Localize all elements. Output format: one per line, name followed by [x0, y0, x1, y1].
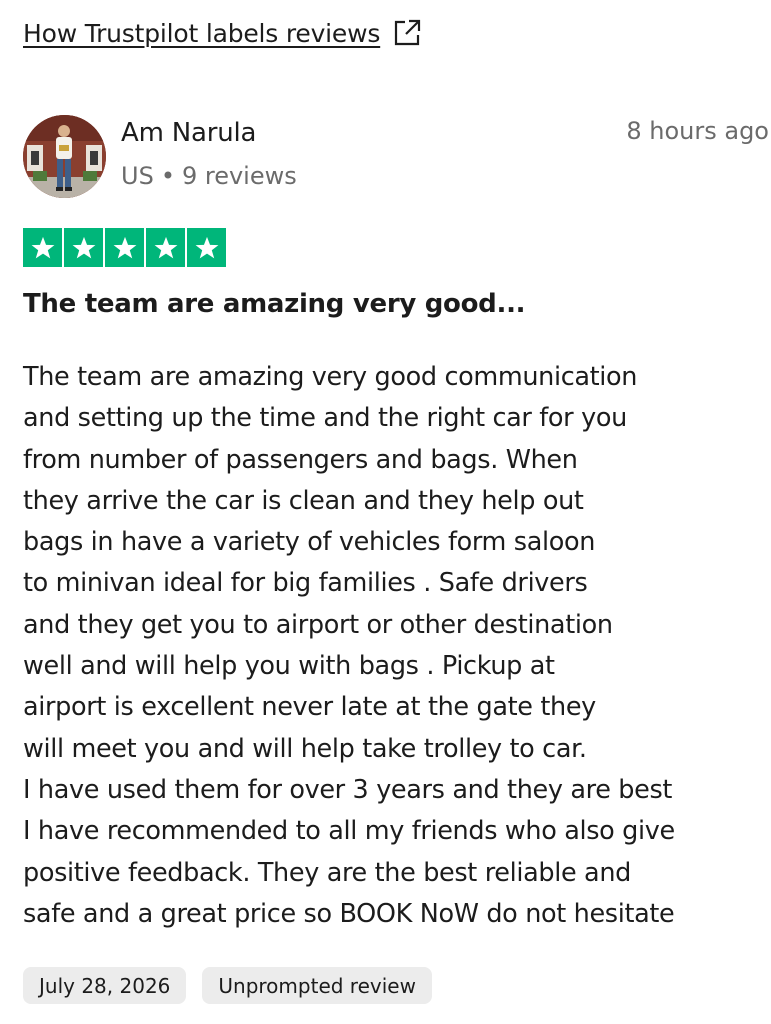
review-body-line: from number of passengers and bags. When: [23, 444, 578, 475]
review-body-line: The team are amazing very good communica…: [23, 362, 638, 392]
star-icon: [64, 228, 103, 267]
star-icon: [105, 228, 144, 267]
reviewer-avatar[interactable]: [23, 115, 106, 198]
how-trustpilot-labels-reviews-link[interactable]: How Trustpilot labels reviews: [23, 18, 422, 48]
review-body-line: they arrive the car is clean and they he…: [23, 485, 584, 516]
review-body-line: I have recommended to all my friends who…: [23, 816, 675, 847]
review-body-line: safe and a great price so BOOK NoW do no…: [23, 898, 675, 929]
review-body-line: I have used them for over 3 years and th…: [23, 774, 673, 805]
reviewer-reviews-count: 9 reviews: [181, 162, 297, 190]
review-tags: July 28, 2026 Unprompted review: [23, 967, 432, 1004]
star-icon: [23, 228, 62, 267]
star-icon: [146, 228, 185, 267]
reviewer-country: US: [121, 162, 154, 190]
review-title[interactable]: The team are amazing very good...: [23, 289, 526, 319]
star-icon: [187, 228, 226, 267]
unprompted-review-tag[interactable]: Unprompted review: [202, 967, 432, 1004]
review-body: The team are amazing very good communica…: [23, 357, 763, 935]
review-body-line: bags in have a variety of vehicles form …: [23, 527, 596, 558]
star-rating: [23, 228, 226, 267]
reviewer-name[interactable]: Am Narula: [121, 118, 256, 148]
review-body-line: and setting up the time and the right ca…: [23, 403, 627, 434]
review-body-line: will meet you and will help take trolley…: [23, 733, 587, 764]
separator-dot: •: [160, 162, 175, 190]
external-link-icon: [392, 18, 422, 48]
reviewer-meta: US • 9 reviews: [121, 162, 297, 190]
review-body-line: to minivan ideal for big families . Safe…: [23, 568, 588, 599]
review-body-line: and they get you to airport or other des…: [23, 609, 613, 640]
labels-link-text: How Trustpilot labels reviews: [23, 18, 381, 48]
user-avatar-photo: [23, 115, 106, 198]
review-date-tag: July 28, 2026: [23, 967, 187, 1004]
review-time-ago: 8 hours ago: [626, 117, 769, 145]
review-body-line: well and will help you with bags . Picku…: [23, 651, 555, 682]
review-body-line: positive feedback. They are the best rel…: [23, 857, 631, 888]
review-body-line: airport is excellent never late at the g…: [23, 692, 596, 723]
